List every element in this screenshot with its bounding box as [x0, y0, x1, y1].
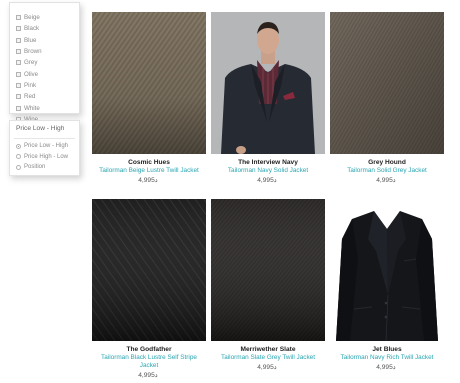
color-option-black[interactable]: Black	[16, 23, 79, 34]
product-price: د4,995	[138, 372, 158, 379]
product-image-grey-fabric[interactable]	[330, 12, 444, 154]
product-card[interactable]: Cosmic Hues Tailorman Beige Lustre Twill…	[91, 12, 207, 185]
product-image-slate-fabric[interactable]	[211, 199, 325, 341]
sort-panel: Price Low - High Price Low - High Price …	[9, 120, 80, 176]
checkbox[interactable]	[16, 15, 21, 21]
product-image-navy-jacket[interactable]	[330, 199, 444, 341]
product-description[interactable]: Tailorman Solid Grey Jacket	[329, 167, 445, 175]
product-description[interactable]: Tailorman Slate Grey Twill Jacket	[210, 354, 326, 362]
currency-symbol: د	[273, 364, 277, 371]
product-price: د4,995	[376, 364, 396, 371]
radio-button[interactable]	[16, 154, 21, 160]
color-option-grey[interactable]: Grey	[16, 57, 79, 68]
product-description[interactable]: Tailorman Beige Lustre Twill Jacket	[91, 167, 207, 175]
color-filter-panel: Beige Black Blue Brown Grey Olive Pink R…	[9, 2, 80, 123]
radio-button[interactable]	[16, 164, 21, 170]
product-name[interactable]: The Interview Navy	[210, 159, 326, 167]
product-name[interactable]: Merriwether Slate	[210, 346, 326, 354]
product-name[interactable]: The Godfather	[91, 346, 207, 354]
checkbox[interactable]	[16, 26, 21, 32]
sort-option-price-high-low[interactable]: Price High - Low	[16, 152, 79, 163]
product-name[interactable]: Jet Blues	[329, 346, 445, 354]
currency-symbol: د	[154, 177, 158, 184]
sort-option-position[interactable]: Position	[16, 162, 79, 173]
checkbox[interactable]	[16, 37, 21, 43]
radio-button[interactable]	[16, 143, 21, 149]
product-image-model-navy-jacket[interactable]	[211, 12, 325, 154]
product-price: د4,995	[376, 177, 396, 184]
checkbox[interactable]	[16, 105, 21, 111]
checkbox[interactable]	[16, 71, 21, 77]
currency-symbol: د	[392, 177, 396, 184]
product-name[interactable]: Grey Hound	[329, 159, 445, 167]
product-description[interactable]: Tailorman Navy Solid Jacket	[210, 167, 326, 175]
color-option-beige[interactable]: Beige	[16, 12, 79, 23]
sort-option-price-low-high[interactable]: Price Low - High	[16, 141, 79, 152]
sort-selected-value[interactable]: Price Low - High	[10, 121, 79, 135]
product-card[interactable]: Merriwether Slate Tailorman Slate Grey T…	[210, 199, 326, 372]
product-card[interactable]: Grey Hound Tailorman Solid Grey Jacket د…	[329, 12, 445, 185]
color-option-pink[interactable]: Pink	[16, 80, 79, 91]
color-option-blue[interactable]: Blue	[16, 35, 79, 46]
product-price: د4,995	[257, 177, 277, 184]
currency-symbol: د	[273, 177, 277, 184]
product-description[interactable]: Tailorman Black Lustre Self Stripe Jacke…	[91, 354, 207, 370]
product-price: د4,995	[257, 364, 277, 371]
color-option-red[interactable]: Red	[16, 91, 79, 102]
checkbox[interactable]	[16, 94, 21, 100]
checkbox[interactable]	[16, 82, 21, 88]
product-image-black-stripe-fabric[interactable]	[92, 199, 206, 341]
product-price: د4,995	[138, 177, 158, 184]
product-card[interactable]: Jet Blues Tailorman Navy Rich Twill Jack…	[329, 199, 445, 372]
sort-options: Price Low - High Price High - Low Positi…	[10, 139, 79, 173]
product-name[interactable]: Cosmic Hues	[91, 159, 207, 167]
currency-symbol: د	[392, 364, 396, 371]
product-description[interactable]: Tailorman Navy Rich Twill Jacket	[329, 354, 445, 362]
checkbox[interactable]	[16, 60, 21, 66]
product-card[interactable]: The Interview Navy Tailorman Navy Solid …	[210, 12, 326, 185]
color-option-white[interactable]: White	[16, 102, 79, 113]
color-option-olive[interactable]: Olive	[16, 68, 79, 79]
checkbox[interactable]	[16, 49, 21, 55]
currency-symbol: د	[154, 372, 158, 379]
product-image-beige-fabric[interactable]	[92, 12, 206, 154]
color-option-brown[interactable]: Brown	[16, 46, 79, 57]
product-card[interactable]: The Godfather Tailorman Black Lustre Sel…	[91, 199, 207, 380]
color-filter-list: Beige Black Blue Brown Grey Olive Pink R…	[10, 3, 79, 125]
